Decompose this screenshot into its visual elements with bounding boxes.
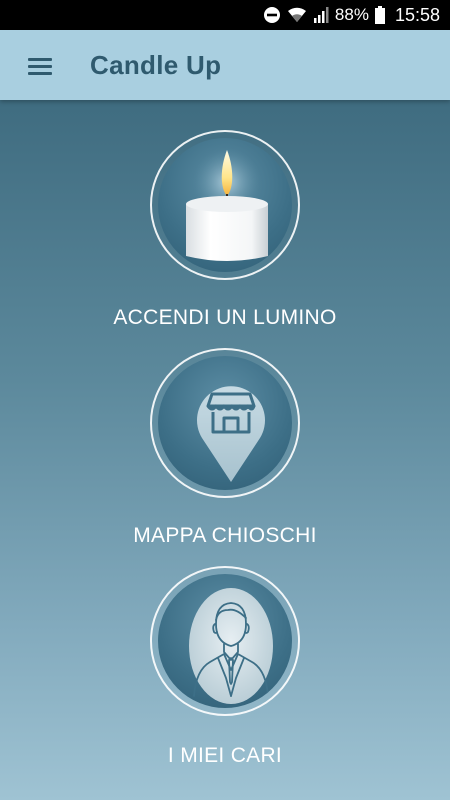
- candle-icon: [186, 148, 268, 261]
- status-bar: 88% 15:58: [0, 0, 450, 30]
- menu-item-accendi-lumino[interactable]: ACCENDI UN LUMINO: [0, 130, 450, 340]
- wifi-icon: [287, 6, 307, 24]
- main-menu: ACCENDI UN LUMINO MAPPA CHIOSCHI I MIEI …: [0, 100, 450, 800]
- menu-label-mappa-chioschi: MAPPA CHIOSCHI: [133, 524, 317, 547]
- store-location-pin-icon: [197, 386, 265, 482]
- map-circle: [150, 348, 300, 498]
- menu-label-miei-cari: I MIEI CARI: [167, 744, 283, 767]
- candle-circle: [150, 130, 300, 280]
- menu-item-mappa-chioschi[interactable]: MAPPA CHIOSCHI: [0, 348, 450, 558]
- person-portrait-icon: [189, 588, 273, 704]
- status-time: 15:58: [394, 4, 440, 25]
- hamburger-menu-icon[interactable]: [18, 50, 62, 82]
- signal-icon: [313, 6, 329, 24]
- menu-label-accendi-lumino: ACCENDI UN LUMINO: [113, 306, 337, 329]
- app-bar: Candle Up: [0, 30, 450, 100]
- app-title: Candle Up: [90, 50, 222, 80]
- do-not-disturb-icon: [263, 6, 281, 24]
- menu-item-miei-cari[interactable]: I MIEI CARI: [0, 566, 450, 776]
- battery-icon: [374, 6, 385, 24]
- battery-percent: 88%: [334, 5, 369, 24]
- portrait-circle: [150, 566, 300, 716]
